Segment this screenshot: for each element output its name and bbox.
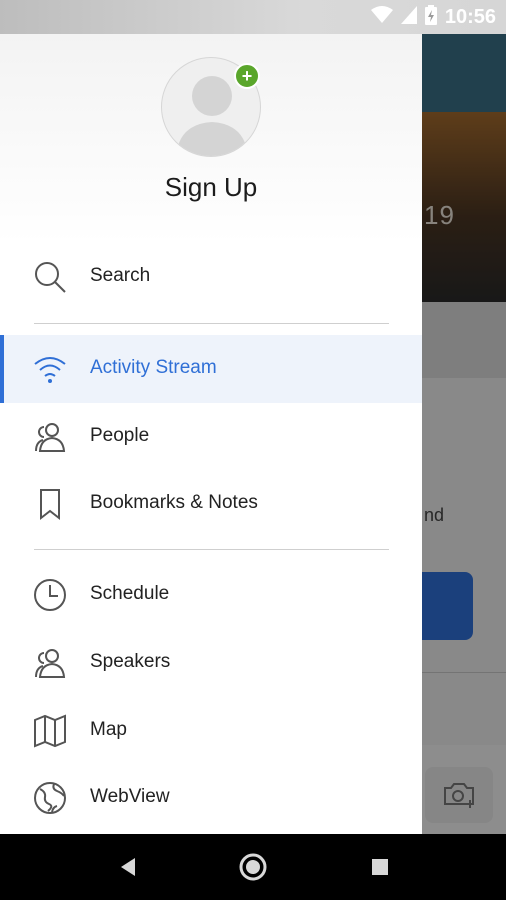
signal-icon [400,5,417,29]
menu-item-label: Speakers [90,651,171,672]
menu-divider [34,323,389,324]
menu-item-activity-stream[interactable]: Activity Stream [0,335,422,403]
menu-item-bookmarks-notes[interactable]: Bookmarks & Notes [0,470,422,538]
map-icon [32,713,68,749]
status-bar: 10:56 [0,0,506,34]
status-icons: 10:56 [370,4,496,30]
wifi-icon [370,5,393,29]
people-icon [32,419,68,455]
menu-item-search[interactable]: Search [0,243,422,311]
wifi-stream-icon [32,351,68,387]
globe-icon [32,780,68,816]
menu-item-label: Search [90,265,151,286]
menu-item-schedule[interactable]: Schedule [0,561,422,629]
search-icon [32,259,68,295]
menu-divider [34,549,389,550]
menu-item-map[interactable]: Map [0,697,422,765]
navigation-drawer: + Sign Up Search Activity Stream People … [0,34,422,834]
menu-item-label: Schedule [90,583,170,604]
add-photo-icon[interactable]: + [234,63,260,89]
battery-charging-icon [424,4,437,30]
speakers-icon [32,645,68,681]
home-icon[interactable] [238,852,268,882]
system-navigation-bar [0,834,506,900]
menu-item-label: WebView [90,786,170,807]
menu-item-label: Bookmarks & Notes [90,492,258,513]
bookmark-icon [32,486,68,522]
menu-item-speakers[interactable]: Speakers [0,629,422,697]
recents-icon[interactable] [365,852,395,882]
menu-item-webview[interactable]: WebView [0,764,422,832]
menu-item-label: People [90,425,150,446]
status-time: 10:56 [444,5,496,28]
active-indicator [0,335,4,403]
menu-item-label: Activity Stream [90,357,217,378]
clock-icon [32,577,68,613]
sign-up-title[interactable]: Sign Up [0,172,422,203]
menu-item-people[interactable]: People [0,403,422,471]
menu-item-label: Map [90,719,127,740]
back-icon[interactable] [112,852,142,882]
